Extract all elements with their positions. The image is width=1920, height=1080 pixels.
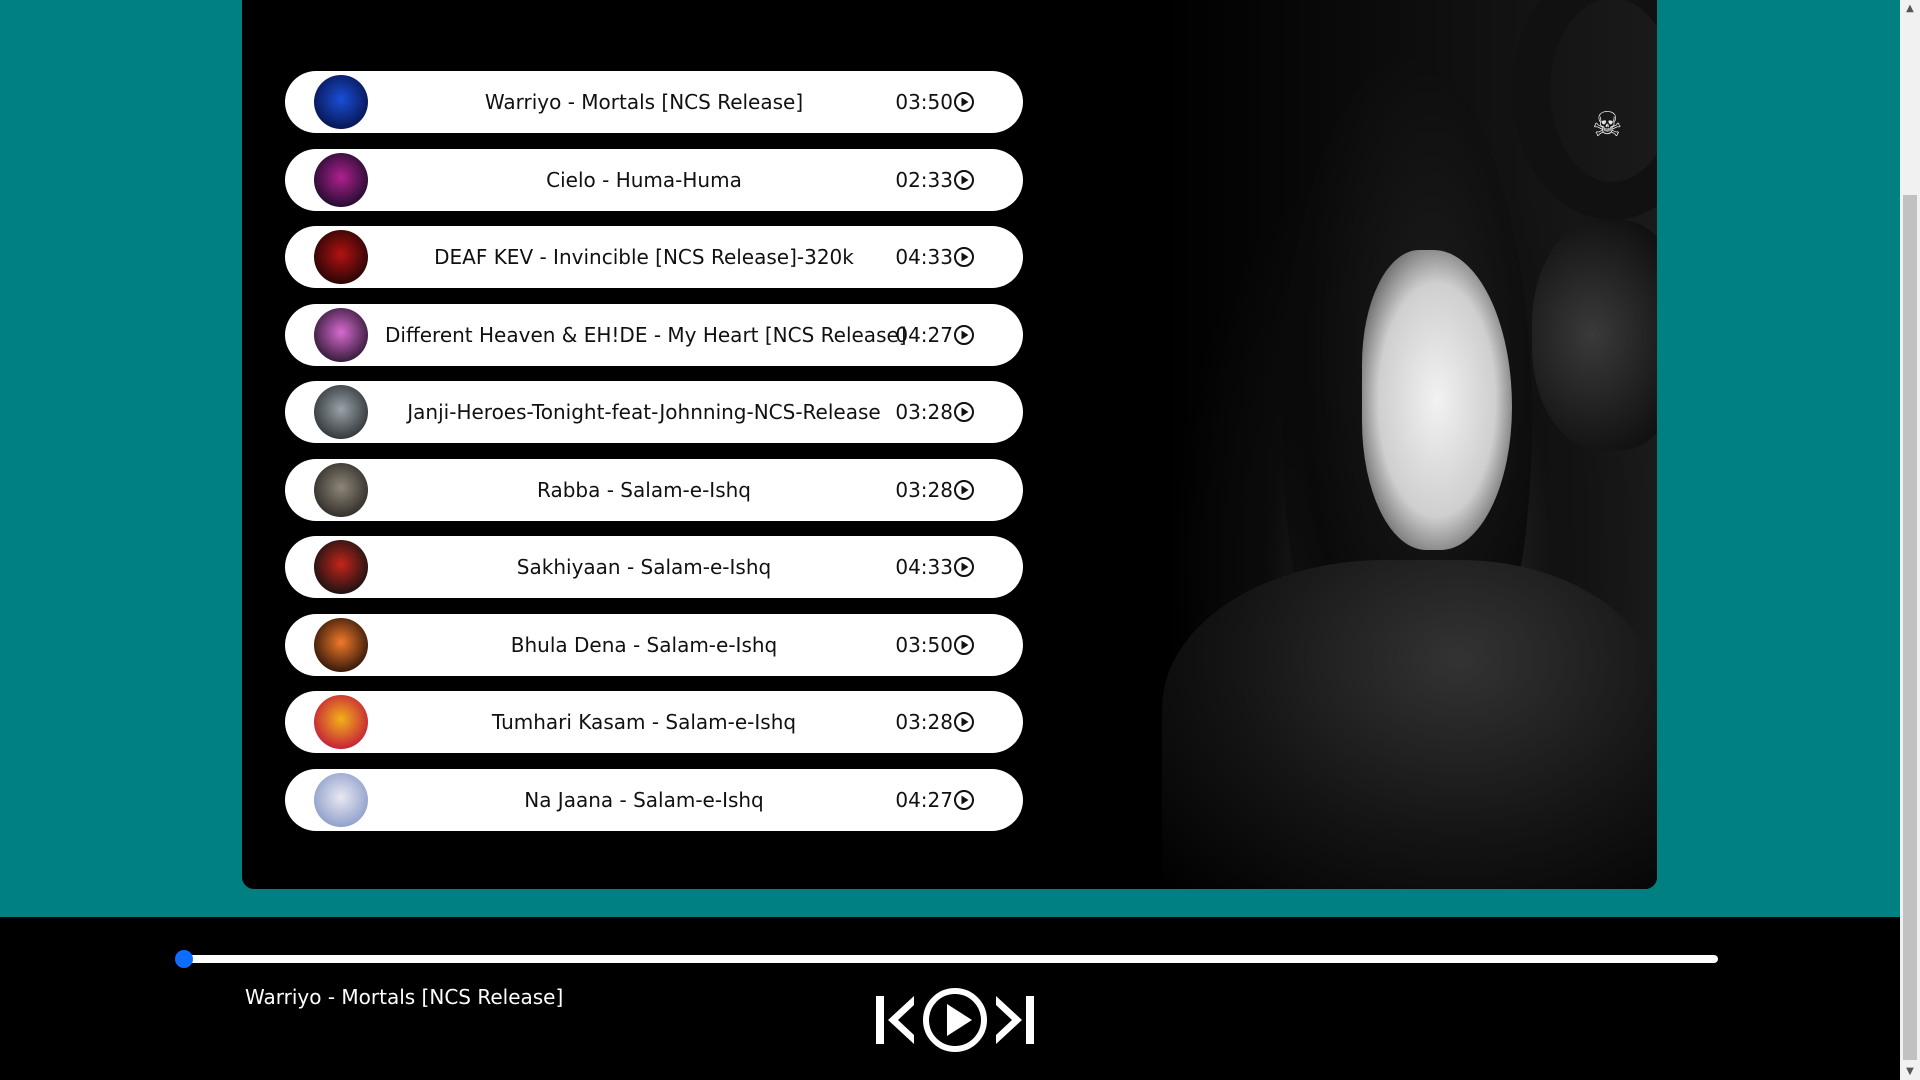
album-art-thumbnail (314, 695, 368, 749)
track-row[interactable]: Cielo - Huma-Huma 02:33 (285, 148, 1023, 211)
track-duration-group: 02:33 (895, 149, 975, 211)
album-art-thumbnail (314, 75, 368, 129)
track-title: Tumhari Kasam - Salam-e-Ishq (491, 710, 797, 734)
track-duration-group: 03:28 (895, 459, 975, 521)
album-art-thumbnail (314, 230, 368, 284)
track-duration: 03:28 (895, 477, 953, 502)
track-duration-group: 03:28 (895, 691, 975, 753)
track-row[interactable]: Warriyo - Mortals [NCS Release] 03:50 (285, 71, 1023, 133)
play-circle-icon[interactable] (953, 91, 975, 113)
scroll-down-icon[interactable]: ▼ (1900, 1063, 1920, 1080)
track-row[interactable]: DEAF KEV - Invincible [NCS Release]-320k… (285, 226, 1023, 288)
track-title: Cielo - Huma-Huma (546, 167, 742, 192)
play-circle-icon[interactable] (953, 324, 975, 346)
skull-logo-icon: ☠ (1592, 105, 1623, 145)
play-circle-icon[interactable] (953, 246, 975, 268)
track-row[interactable]: Sakhiyaan - Salam-e-Ishq 04:33 (285, 536, 1023, 598)
player-bar: Warriyo - Mortals [NCS Release] (0, 917, 1900, 1080)
track-row[interactable]: Tumhari Kasam - Salam-e-Ishq 03:28 (285, 691, 1023, 753)
track-duration: 04:27 (895, 322, 953, 347)
track-title: Different Heaven & EH!DE - My Heart [NCS… (385, 322, 907, 347)
play-circle-icon[interactable] (953, 711, 975, 733)
play-circle-icon[interactable] (953, 634, 975, 656)
track-title: Janji-Heroes-Tonight-feat-Johnning-NCS-R… (407, 400, 881, 424)
track-title: Na Jaana - Salam-e-Ishq (524, 787, 764, 812)
scrollbar[interactable]: ▲ ▼ (1900, 0, 1920, 1080)
play-circle-icon[interactable] (953, 789, 975, 811)
scrollbar-thumb[interactable] (1903, 195, 1917, 1060)
scroll-up-icon[interactable]: ▲ (1900, 0, 1920, 17)
track-duration: 04:27 (895, 787, 953, 812)
play-circle-icon[interactable] (953, 169, 975, 191)
track-row[interactable]: Different Heaven & EH!DE - My Heart [NCS… (285, 303, 1023, 366)
track-row[interactable]: Janji-Heroes-Tonight-feat-Johnning-NCS-R… (285, 381, 1023, 443)
headphones-photo: ☠ (1162, 0, 1657, 889)
album-art-thumbnail (314, 462, 368, 517)
track-list: Warriyo - Mortals [NCS Release] 03:50 Ciel… (285, 71, 1023, 846)
track-duration: 03:50 (895, 632, 953, 657)
play-icon[interactable] (922, 987, 988, 1053)
track-title: Bhula Dena - Salam-e-Ishq (510, 632, 778, 657)
album-art-thumbnail (314, 772, 368, 827)
now-playing-title: Warriyo - Mortals [NCS Release] (245, 985, 564, 1009)
next-icon[interactable] (994, 994, 1034, 1046)
previous-icon[interactable] (876, 994, 916, 1046)
track-duration-group: 04:27 (895, 769, 975, 831)
progress-slider[interactable] (175, 950, 1718, 968)
track-title: Sakhiyaan - Salam-e-Ishq (516, 555, 772, 579)
track-duration: 04:33 (895, 555, 953, 579)
track-duration-group: 03:28 (895, 381, 975, 443)
progress-thumb[interactable] (175, 950, 193, 968)
track-duration: 02:33 (895, 167, 953, 192)
track-row[interactable]: Na Jaana - Salam-e-Ishq 04:27 (285, 768, 1023, 831)
album-art-thumbnail (314, 307, 368, 362)
track-duration-group: 03:50 (895, 614, 975, 676)
track-title: DEAF KEV - Invincible [NCS Release]-320k (434, 245, 854, 269)
track-row[interactable]: Rabba - Salam-e-Ishq 03:28 (285, 458, 1023, 521)
play-circle-icon[interactable] (953, 401, 975, 423)
track-duration: 03:50 (895, 90, 953, 114)
track-duration-group: 03:50 (895, 71, 975, 133)
track-title: Rabba - Salam-e-Ishq (537, 477, 751, 502)
album-art-thumbnail (314, 385, 368, 439)
album-art-thumbnail (314, 617, 368, 672)
track-duration: 04:33 (895, 245, 953, 269)
album-art-thumbnail (314, 152, 368, 207)
track-duration-group: 04:33 (895, 536, 975, 598)
track-duration: 03:28 (895, 710, 953, 734)
track-duration-group: 04:33 (895, 226, 975, 288)
track-duration-group: 04:27 (895, 304, 975, 366)
play-circle-icon[interactable] (953, 479, 975, 501)
track-row[interactable]: Bhula Dena - Salam-e-Ishq 03:50 (285, 613, 1023, 676)
track-title: Warriyo - Mortals [NCS Release] (484, 90, 804, 114)
play-circle-icon[interactable] (953, 556, 975, 578)
album-art-thumbnail (314, 540, 368, 594)
player-controls (876, 987, 1034, 1053)
track-duration: 03:28 (895, 400, 953, 424)
